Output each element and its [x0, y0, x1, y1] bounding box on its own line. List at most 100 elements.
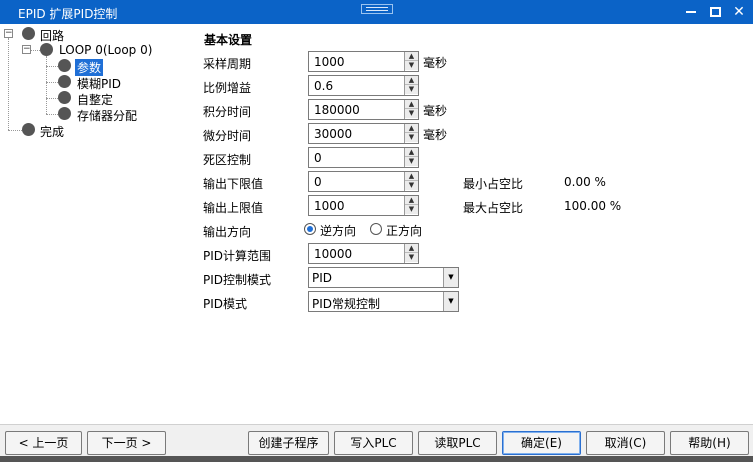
- tree-label-done: 完成: [40, 125, 65, 139]
- deadband-label: 死区控制: [203, 153, 252, 167]
- chevron-down-icon[interactable]: ▼: [443, 268, 458, 287]
- output-high-value: 1000: [314, 199, 345, 213]
- sample-period-value: 1000: [314, 55, 345, 69]
- arrow-up-icon[interactable]: ▲: [405, 196, 418, 205]
- help-button[interactable]: 帮助(H): [670, 431, 749, 455]
- pid-mode-value: PID常规控制: [312, 297, 381, 311]
- min-duty-label: 最小占空比: [463, 177, 524, 191]
- derivative-time-label: 微分时间: [203, 129, 252, 143]
- window-title: EPID 扩展PID控制: [18, 7, 118, 21]
- section-title: 基本设置: [204, 33, 253, 47]
- integral-time-spinner[interactable]: 180000 ▲ ▼: [308, 99, 419, 120]
- tree-label-root: 回路: [40, 29, 65, 43]
- chevron-down-icon[interactable]: ▼: [443, 292, 458, 311]
- output-low-value: 0: [314, 175, 322, 189]
- pid-control-mode-select[interactable]: PID ▼: [308, 267, 459, 288]
- spinner-arrows: ▲ ▼: [404, 196, 418, 215]
- read-plc-button[interactable]: 读取PLC: [418, 431, 497, 455]
- arrow-up-icon[interactable]: ▲: [405, 148, 418, 157]
- tree-line: [46, 82, 58, 83]
- tree-label-memory: 存储器分配: [77, 109, 138, 123]
- derivative-time-spinner[interactable]: 30000 ▲ ▼: [308, 123, 419, 144]
- proportional-gain-spinner[interactable]: 0.6 ▲ ▼: [308, 75, 419, 96]
- tree-line: [46, 56, 47, 114]
- arrow-down-icon[interactable]: ▼: [405, 205, 418, 214]
- arrow-up-icon[interactable]: ▲: [405, 76, 418, 85]
- arrow-up-icon[interactable]: ▲: [405, 52, 418, 61]
- tree-line: [46, 98, 58, 99]
- output-high-label: 输出上限值: [203, 201, 264, 215]
- background-window-strip: [0, 456, 753, 462]
- pid-range-spinner[interactable]: 10000 ▲ ▼: [308, 243, 419, 264]
- output-direction-label: 输出方向: [203, 225, 252, 239]
- output-low-spinner[interactable]: 0 ▲ ▼: [308, 171, 419, 192]
- create-subroutine-button[interactable]: 创建子程序: [248, 431, 329, 455]
- output-high-spinner[interactable]: 1000 ▲ ▼: [308, 195, 419, 216]
- pid-mode-select[interactable]: PID常规控制 ▼: [308, 291, 459, 312]
- arrow-down-icon[interactable]: ▼: [405, 61, 418, 70]
- close-button[interactable]: ✕: [729, 3, 749, 21]
- radio-forward-label: 正方向: [386, 224, 423, 238]
- pid-range-value: 10000: [314, 247, 353, 261]
- integral-time-value: 180000: [314, 103, 360, 117]
- pid-control-mode-label: PID控制模式: [203, 273, 272, 287]
- deadband-spinner[interactable]: 0 ▲ ▼: [308, 147, 419, 168]
- cancel-button[interactable]: 取消(C): [586, 431, 665, 455]
- node-bullet-icon: [22, 27, 35, 40]
- tree-line: [8, 38, 9, 130]
- arrow-up-icon[interactable]: ▲: [405, 244, 418, 253]
- sample-period-spinner[interactable]: 1000 ▲ ▼: [308, 51, 419, 72]
- derivative-time-unit: 毫秒: [423, 128, 448, 142]
- arrow-down-icon[interactable]: ▼: [405, 109, 418, 118]
- max-duty-label: 最大占空比: [463, 201, 524, 215]
- minimize-icon: [686, 11, 696, 13]
- derivative-time-value: 30000: [314, 127, 353, 141]
- ok-button[interactable]: 确定(E): [502, 431, 581, 455]
- node-bullet-icon: [40, 43, 53, 56]
- drag-grip-icon[interactable]: [361, 4, 393, 14]
- spinner-arrows: ▲ ▼: [404, 244, 418, 263]
- arrow-down-icon[interactable]: ▼: [405, 133, 418, 142]
- radio-unchecked-icon[interactable]: [370, 223, 382, 235]
- arrow-up-icon[interactable]: ▲: [405, 100, 418, 109]
- spinner-arrows: ▲ ▼: [404, 124, 418, 143]
- write-plc-button[interactable]: 写入PLC: [334, 431, 413, 455]
- title-bar: EPID 扩展PID控制 ✕: [0, 0, 753, 24]
- arrow-up-icon[interactable]: ▲: [405, 124, 418, 133]
- pid-control-mode-value: PID: [312, 271, 333, 285]
- prev-page-button[interactable]: < 上一页: [5, 431, 82, 455]
- node-bullet-icon: [58, 91, 71, 104]
- radio-dot: [307, 226, 313, 232]
- next-page-button[interactable]: 下一页 >: [87, 431, 166, 455]
- proportional-gain-value: 0.6: [314, 79, 334, 93]
- arrow-down-icon[interactable]: ▼: [405, 253, 418, 262]
- minimize-button[interactable]: [681, 3, 701, 21]
- node-bullet-icon: [58, 107, 71, 120]
- maximize-button[interactable]: [705, 3, 725, 21]
- arrow-down-icon[interactable]: ▼: [405, 157, 418, 166]
- output-low-label: 输出下限值: [203, 177, 264, 191]
- arrow-down-icon[interactable]: ▼: [405, 181, 418, 190]
- radio-reverse-label: 逆方向: [320, 224, 357, 238]
- sample-period-unit: 毫秒: [423, 56, 448, 70]
- tree-line: [46, 66, 58, 67]
- spinner-arrows: ▲ ▼: [404, 100, 418, 119]
- close-icon: ✕: [733, 4, 745, 20]
- tree-label-params: 参数: [75, 59, 104, 76]
- spinner-arrows: ▲ ▼: [404, 172, 418, 191]
- node-bullet-icon: [58, 75, 71, 88]
- arrow-up-icon[interactable]: ▲: [405, 172, 418, 181]
- node-bullet-icon: [58, 59, 71, 72]
- deadband-value: 0: [314, 151, 322, 165]
- tree-line: [8, 130, 22, 131]
- arrow-down-icon[interactable]: ▼: [405, 85, 418, 94]
- radio-checked-icon[interactable]: [304, 223, 316, 235]
- collapse-icon[interactable]: −: [4, 29, 13, 38]
- min-duty-value: 0.00 %: [564, 175, 606, 189]
- integral-time-unit: 毫秒: [423, 104, 448, 118]
- maximize-icon: [709, 7, 721, 17]
- proportional-gain-label: 比例增益: [203, 81, 252, 95]
- max-duty-value: 100.00 %: [564, 199, 622, 213]
- collapse-icon[interactable]: −: [22, 45, 31, 54]
- nav-tree: − 回路 − LOOP 0(Loop 0) 参数 模糊PID 自整定 存储器分配…: [0, 24, 190, 424]
